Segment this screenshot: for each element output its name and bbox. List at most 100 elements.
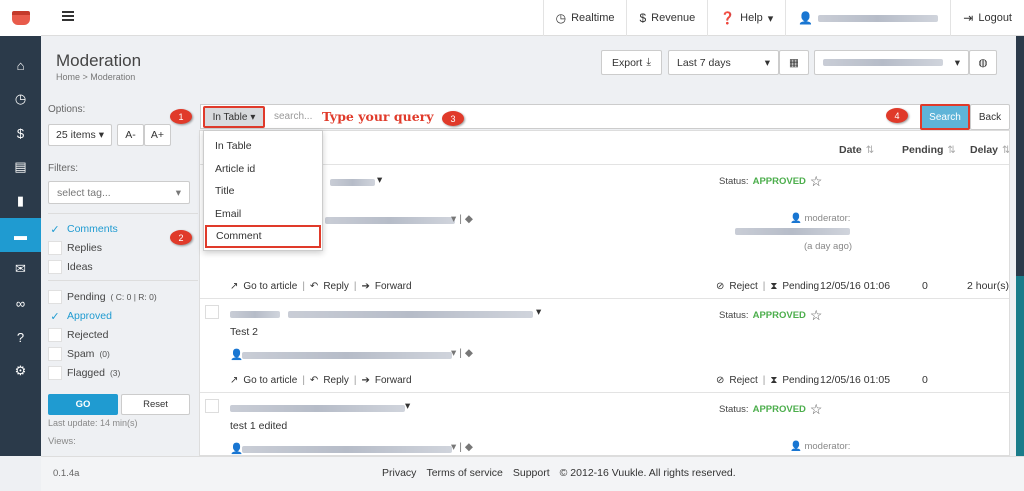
forward-link[interactable]: Forward [375,375,412,386]
moderation-actions: ⊘ Reject | ⧗ Pending [716,281,820,292]
search-scope-menu: In Table Article id Title Email Comment [203,130,323,251]
reply-icon: ↶ [309,375,319,386]
filter-spam[interactable]: Spam (0) [48,346,110,362]
author-email-redacted [242,352,452,359]
author-email-redacted [242,446,452,453]
star-icon[interactable]: ☆ [810,307,823,324]
caret-down-icon[interactable]: ▾ [405,400,410,412]
help-menu[interactable]: ❓ Help ▾ [707,0,785,36]
row-divider [200,298,1009,299]
menu-toggle-icon[interactable] [62,11,74,21]
search-input[interactable]: search... [274,111,312,122]
status-badge: Status: APPROVED ☆ [719,173,823,190]
forward-link[interactable]: Forward [375,281,412,292]
font-larger-button[interactable]: A+ [144,124,171,146]
back-button[interactable]: Back [970,104,1010,130]
sort-icon: ⇅ [865,144,875,156]
column-date[interactable]: Date ⇅ [839,144,874,156]
logo-icon [11,11,30,25]
breadcrumb[interactable]: Home > Moderation [56,72,135,82]
tag-icon[interactable]: ▾ | ◆ [451,347,473,359]
search-button[interactable]: Search [920,104,970,130]
scope-option-article-id[interactable]: Article id [204,158,322,181]
export-button[interactable]: Export ⤓ [601,50,662,75]
tag-select[interactable]: select tag... ▾ [48,181,190,204]
hourglass-icon: ⧗ [770,375,778,386]
clock-icon: ◷ [555,11,567,25]
go-to-article-link[interactable]: Go to article [243,281,297,292]
sidebar-item-analytics[interactable]: ▮ [0,184,41,218]
author-redacted [330,179,375,186]
sidebar-item-reports[interactable]: ▤ [0,150,41,184]
pending-link[interactable]: Pending [782,281,819,292]
tag-icon[interactable]: ▾ | ◆ [451,441,473,453]
external-link-icon: ↗ [230,375,239,386]
row-checkbox[interactable] [205,305,219,319]
user-menu[interactable]: 👤 [785,0,950,36]
user-icon: 👤 [790,213,802,224]
revenue-link[interactable]: $ Revenue [626,0,707,36]
tag-icon[interactable]: ▾ | ◆ [451,213,473,225]
app-logo[interactable] [0,0,41,36]
globe-button[interactable]: ◍ [969,50,997,75]
support-link[interactable]: Support [513,467,550,479]
star-icon[interactable]: ☆ [810,173,823,190]
user-icon: 👤 [798,11,814,25]
sidebar-item-help[interactable]: ? [0,320,41,354]
caret-down-icon[interactable]: ▾ [536,306,541,318]
logout-link[interactable]: ⇥ Logout [950,0,1024,36]
items-per-page-button[interactable]: 25 items ▾ [48,124,112,146]
site-select[interactable]: ▾ [814,50,969,75]
go-button[interactable]: GO [48,394,118,415]
column-delay[interactable]: Delay ⇅ [970,144,1009,156]
row-actions: ↗ Go to article | ↶ Reply | ➔ Forward [230,281,412,292]
filter-replies[interactable]: Replies [48,240,102,256]
reset-button[interactable]: Reset [121,394,190,415]
font-smaller-button[interactable]: A- [117,124,144,146]
scope-option-comment[interactable]: Comment [205,225,321,248]
terms-link[interactable]: Terms of service [426,467,502,479]
privacy-link[interactable]: Privacy [382,467,416,479]
footer: 0.1.4a Privacy Terms of service Support … [41,456,1024,491]
scope-option-email[interactable]: Email [204,203,322,226]
divider [48,213,198,214]
filter-ideas[interactable]: Ideas [48,259,93,275]
caret-down-icon[interactable]: ▾ [377,174,382,186]
scope-option-in-table[interactable]: In Table [204,135,322,158]
row-checkbox[interactable] [205,399,219,413]
reject-link[interactable]: Reject [729,375,757,386]
gear-icon: ⚙ [14,363,27,378]
calendar-button[interactable]: ▦ [779,50,809,75]
filter-pending[interactable]: Pending( C: 0 | R: 0) [48,289,157,305]
reply-icon: ↶ [309,281,319,292]
go-to-article-link[interactable]: Go to article [243,375,297,386]
forward-icon: ➔ [361,375,370,386]
moderated-ago: (a day ago) [804,241,853,252]
filter-rejected[interactable]: Rejected [48,327,108,343]
comment-text: test 1 edited [230,420,288,432]
search-scope-button[interactable]: In Table ▾ [203,106,265,128]
reply-link[interactable]: Reply [323,281,349,292]
author-redacted [230,405,405,412]
date-range-select[interactable]: Last 7 days ▾ [668,50,779,75]
filter-comments[interactable]: ✓ Comments [48,221,117,237]
column-pending[interactable]: Pending ⇅ [902,144,956,156]
checkbox [48,290,62,304]
sidebar-item-mail[interactable]: ✉ [0,252,41,286]
views-label: Views: [48,436,76,447]
star-icon[interactable]: ☆ [810,401,823,418]
pending-link[interactable]: Pending [782,375,819,386]
sidebar-item-moderation[interactable]: ▬ [0,218,41,252]
sidebar-item-realtime[interactable]: ◷ [0,82,41,116]
reply-link[interactable]: Reply [323,375,349,386]
filter-flagged[interactable]: Flagged (3) [48,365,120,381]
scope-option-title[interactable]: Title [204,180,322,203]
reject-link[interactable]: Reject [729,281,757,292]
sidebar-item-home[interactable]: ⌂ [0,48,41,82]
realtime-link[interactable]: ◷ Realtime [542,0,627,36]
logout-icon: ⇥ [963,11,974,25]
filter-approved[interactable]: ✓ Approved [48,308,112,324]
sidebar-item-links[interactable]: ∞ [0,286,41,320]
sidebar-item-revenue[interactable]: $ [0,116,41,150]
sidebar-item-settings[interactable]: ⚙ [0,354,41,388]
